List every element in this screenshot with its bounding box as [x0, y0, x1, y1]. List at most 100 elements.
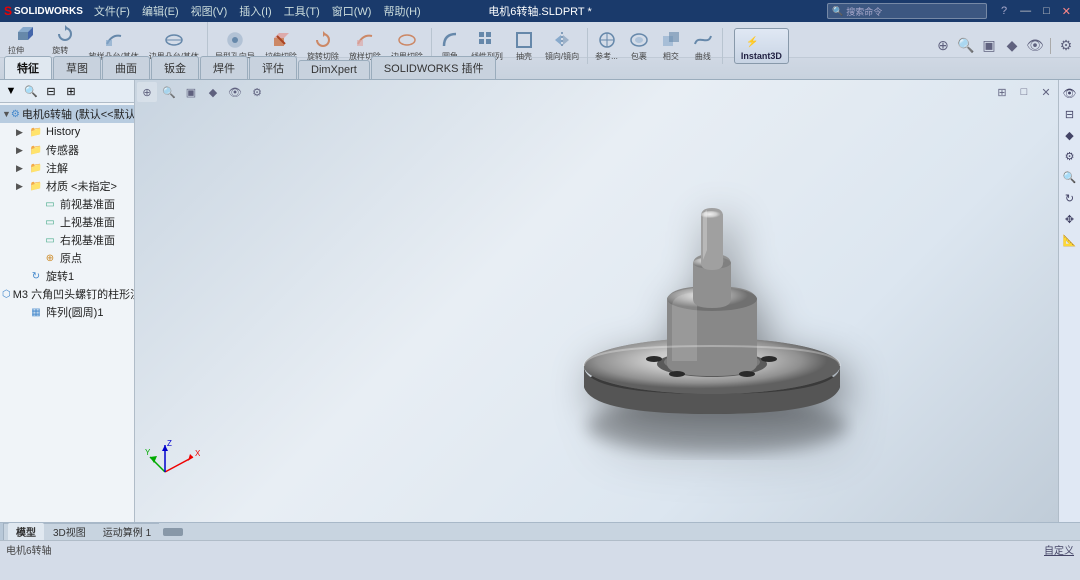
boundary-boss-icon	[164, 30, 184, 50]
collapse-icon[interactable]: ⊟	[42, 82, 60, 100]
rp-display-icon[interactable]: ◆	[1061, 126, 1079, 144]
curves-icon	[693, 30, 713, 50]
part-svg	[497, 116, 857, 476]
tree-item[interactable]: ▦阵列(圆周)1	[0, 303, 134, 321]
tree-item-icon: ⬡	[2, 286, 11, 302]
vp-display-style-icon[interactable]: ◆	[203, 82, 223, 102]
tree-item[interactable]: ▭右视基准面	[0, 231, 134, 249]
titlebar: S SOLIDWORKS 文件(F)编辑(E)视图(V)插入(I)工具(T)窗口…	[0, 0, 1080, 22]
tree-expand-arrow[interactable]: ▼	[2, 109, 11, 119]
search-tree-icon[interactable]: 🔍	[22, 82, 40, 100]
rp-measure-icon[interactable]: 📐	[1061, 231, 1079, 249]
feature-tab[interactable]: DimXpert	[298, 60, 370, 79]
intersect-button[interactable]: 相交	[656, 28, 686, 64]
bottom-tab[interactable]: 模型	[8, 523, 44, 540]
help-icon[interactable]: ?	[1001, 5, 1007, 17]
feature-tree-sidebar: ▼ 🔍 ⊟ ⊞ ▼⚙电机6转轴 (默认<<默认> 显▶📁History▶📁传感器…	[0, 80, 135, 522]
main-toolbar: 拉伸凸台/基体 旋转台/基体 放样凸台/基体 边界凸台/基体 异型孔向导	[0, 22, 1080, 58]
maximize-button[interactable]: □	[1038, 5, 1055, 18]
view-display-icon[interactable]: ◆	[1002, 36, 1022, 56]
expand-icon[interactable]: ⊞	[62, 82, 80, 100]
tree-item[interactable]: ▶📁注解	[0, 159, 134, 177]
window-controls: — □ ✕	[1015, 5, 1076, 18]
view-section-icon[interactable]: ▣	[979, 36, 999, 56]
tree-item[interactable]: ▼⚙电机6转轴 (默认<<默认> 显	[0, 105, 134, 123]
hscroll-thumb[interactable]	[163, 528, 183, 536]
tree-item[interactable]: ↻旋转1	[0, 267, 134, 285]
tree-item[interactable]: ⊕原点	[0, 249, 134, 267]
tree-expand-arrow[interactable]: ▶	[16, 145, 28, 156]
feature-tab[interactable]: 草图	[53, 56, 101, 79]
tree-item-label: History	[46, 126, 80, 138]
tree-item-icon: 📁	[28, 160, 44, 176]
wrap-button[interactable]: 包裹	[624, 28, 654, 64]
mirror-icon	[552, 30, 572, 50]
menu-item[interactable]: 插入(I)	[234, 2, 276, 20]
tree-item-label: 注解	[46, 160, 68, 176]
rp-settings-icon[interactable]: ⚙	[1061, 147, 1079, 165]
vp-zoom-area-icon[interactable]: 🔍	[159, 82, 179, 102]
vp-3dview-icon[interactable]: ⊞	[992, 82, 1012, 102]
vp-hide-show-icon[interactable]: 👁	[225, 82, 245, 102]
filter-icon[interactable]: ▼	[2, 82, 20, 100]
feature-tab[interactable]: SOLIDWORKS 插件	[371, 56, 497, 79]
feature-tab[interactable]: 曲面	[102, 56, 150, 79]
tree-item[interactable]: ▶📁材质 <未指定>	[0, 177, 134, 195]
tree-item[interactable]: ▭前视基准面	[0, 195, 134, 213]
feature-tab[interactable]: 特征	[4, 56, 52, 79]
vp-section-view-icon[interactable]: ▣	[181, 82, 201, 102]
view-hide-icon[interactable]: 👁	[1025, 36, 1045, 56]
status-text: 电机6转轴	[6, 542, 52, 557]
menu-item[interactable]: 视图(V)	[186, 2, 233, 20]
extrude-boss-icon	[15, 24, 35, 44]
search-box[interactable]: 🔍 搜索命令	[827, 3, 987, 19]
vp-zoom-fit-icon[interactable]: ⊕	[137, 82, 157, 102]
menu-item[interactable]: 帮助(H)	[378, 2, 425, 20]
tree-item[interactable]: ▶📁History	[0, 123, 134, 141]
revolve-boss-icon	[55, 24, 75, 44]
vp-restore-icon[interactable]: ✕	[1036, 82, 1056, 102]
tree-item[interactable]: ▶📁传感器	[0, 141, 134, 159]
rp-rotate-icon[interactable]: ↻	[1061, 189, 1079, 207]
rp-zoom-icon[interactable]: 🔍	[1061, 168, 1079, 186]
bottom-tab[interactable]: 运动算例 1	[95, 523, 159, 540]
view-options-icon[interactable]: ⚙	[1056, 36, 1076, 56]
view-orient-icon[interactable]: ⊕	[933, 36, 953, 56]
instant3d-button[interactable]: ⚡ Instant3D	[734, 28, 789, 64]
svg-text:Y: Y	[145, 448, 151, 457]
tree-expand-arrow[interactable]: ▶	[16, 163, 28, 174]
3d-viewport[interactable]: ⊕ 🔍 ▣ ◆ 👁 ⚙ ⊞ □ ✕	[135, 80, 1058, 522]
menu-item[interactable]: 文件(F)	[89, 2, 135, 20]
minimize-button[interactable]: —	[1015, 5, 1036, 18]
curves-button[interactable]: 曲线	[688, 28, 718, 64]
feature-tab[interactable]: 焊件	[200, 56, 248, 79]
rp-section-icon[interactable]: ⊟	[1061, 105, 1079, 123]
menu-item[interactable]: 工具(T)	[279, 2, 325, 20]
instant3d-label: Instant3D	[741, 51, 782, 61]
revolve-cut-button[interactable]: 旋转切除	[303, 28, 343, 64]
menu-item[interactable]: 窗口(W)	[327, 2, 377, 20]
tree-item[interactable]: ⬡M3 六角凹头螺钉的柱形沉...	[0, 285, 134, 303]
window-title: 电机6转轴.SLDPRT *	[488, 3, 592, 19]
menu-item[interactable]: 编辑(E)	[137, 2, 184, 20]
tree-expand-arrow[interactable]: ▶	[16, 127, 28, 138]
view-zoom-icon[interactable]: 🔍	[956, 36, 976, 56]
tree-item[interactable]: ▭上视基准面	[0, 213, 134, 231]
shell-button[interactable]: 抽壳	[509, 28, 539, 64]
vp-appearance-icon[interactable]: ⚙	[247, 82, 267, 102]
rp-view-icon[interactable]: 👁	[1061, 84, 1079, 102]
titlebar-left: S SOLIDWORKS 文件(F)编辑(E)视图(V)插入(I)工具(T)窗口…	[4, 2, 426, 20]
feature-tab[interactable]: 钣金	[151, 56, 199, 79]
close-button[interactable]: ✕	[1057, 5, 1076, 18]
mirror-button[interactable]: 镜向/镜向	[541, 28, 583, 64]
divider	[1050, 38, 1051, 54]
rp-pan-icon[interactable]: ✥	[1061, 210, 1079, 228]
reference-button[interactable]: 参考...	[591, 28, 622, 64]
tree-expand-arrow[interactable]: ▶	[16, 181, 28, 192]
vp-maximize-icon[interactable]: □	[1014, 82, 1034, 102]
bottom-tab[interactable]: 3D视图	[45, 523, 94, 540]
feature-tab[interactable]: 评估	[249, 56, 297, 79]
vp-right-toolbar: ⊞ □ ✕	[992, 82, 1056, 102]
titlebar-menus: 文件(F)编辑(E)视图(V)插入(I)工具(T)窗口(W)帮助(H)	[89, 2, 426, 20]
customize-text[interactable]: 自定义	[1044, 542, 1074, 557]
